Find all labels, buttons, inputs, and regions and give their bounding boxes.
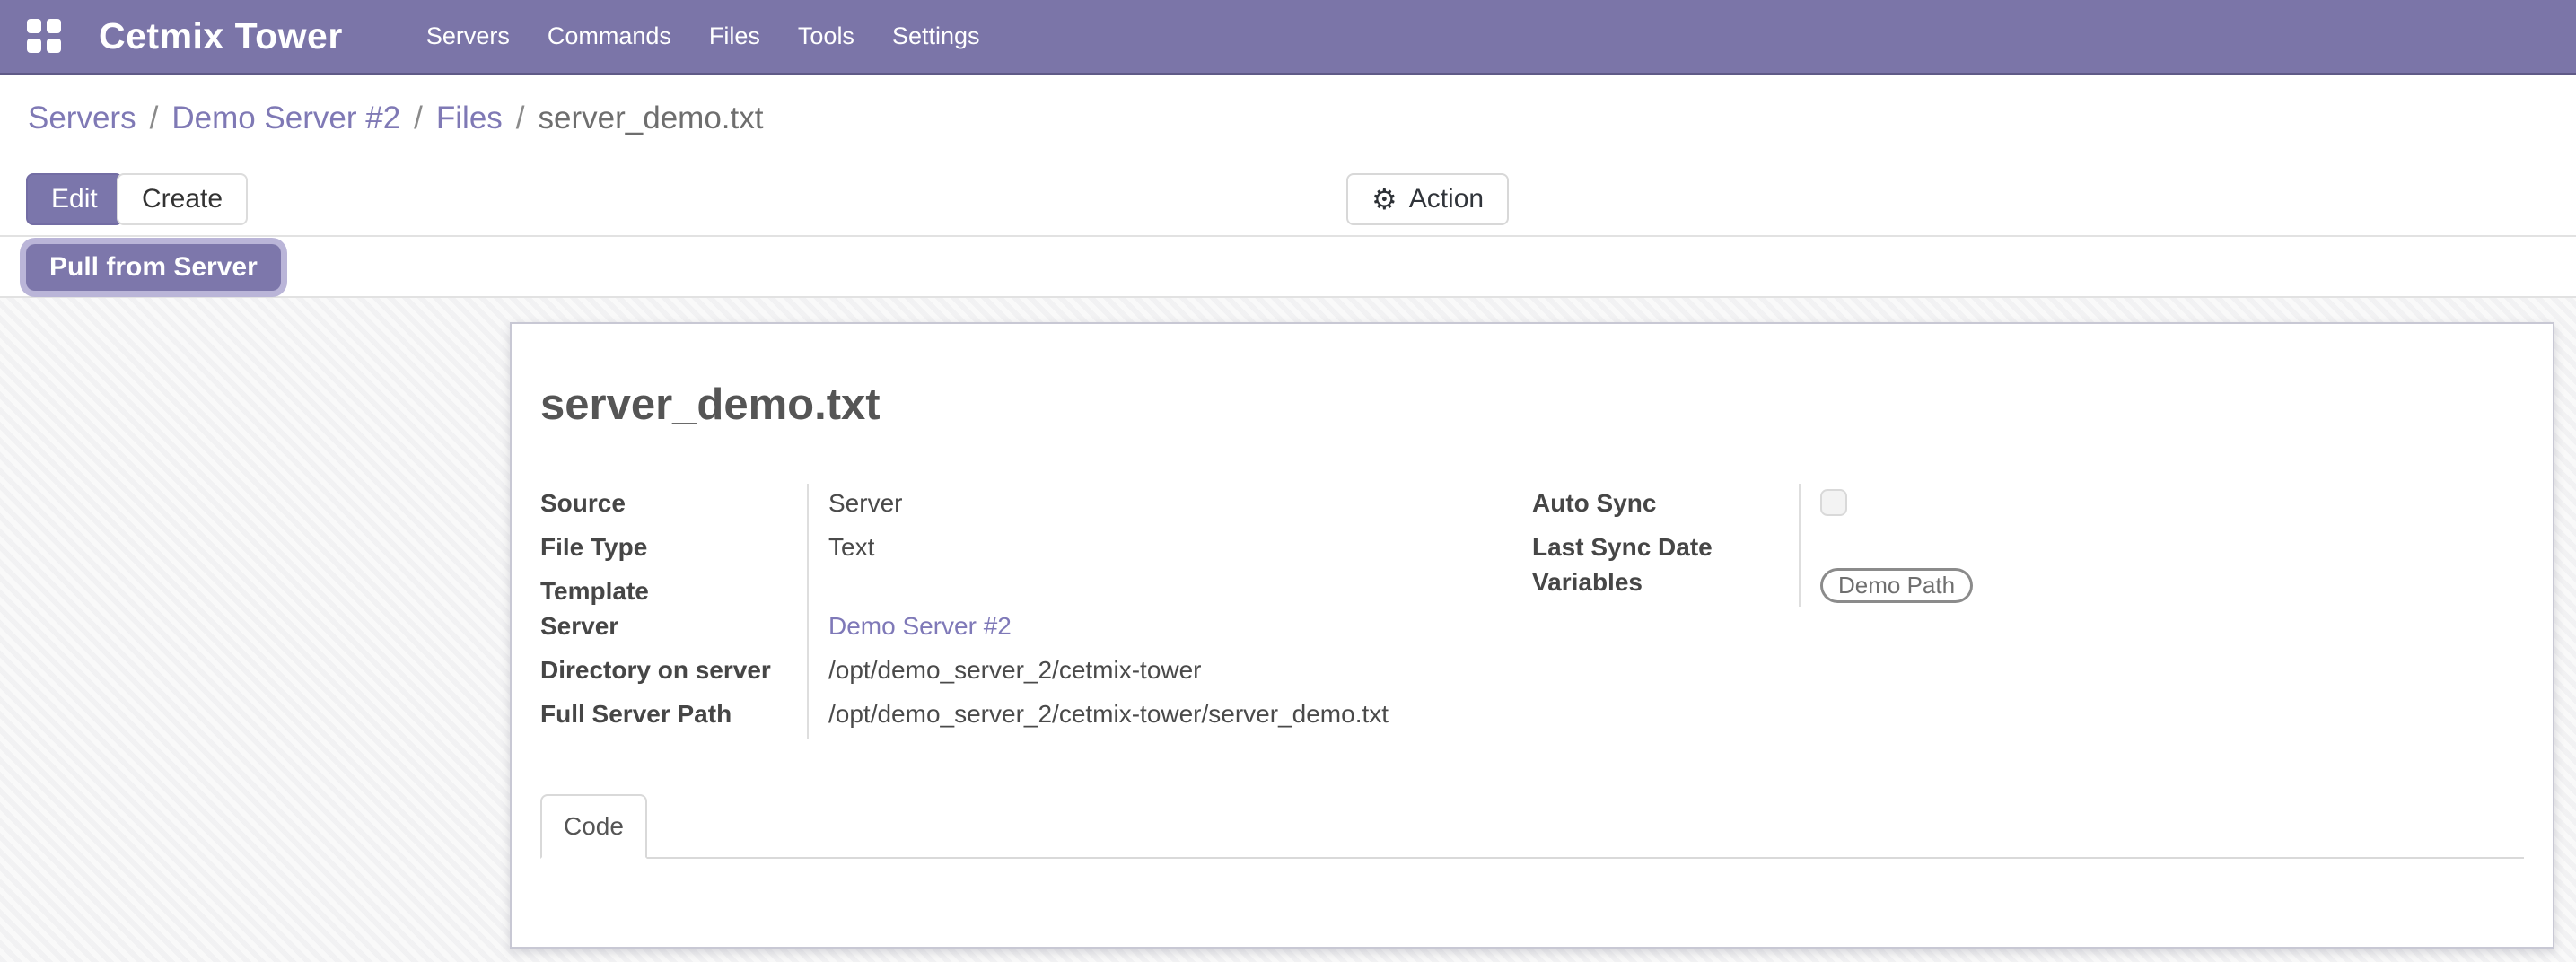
main-menu: Servers Commands Files Tools Settings bbox=[407, 0, 999, 73]
top-navbar: Cetmix Tower Servers Commands Files Tool… bbox=[0, 0, 2576, 75]
tab-bar: Code bbox=[540, 794, 2524, 859]
field-row-auto-sync: Auto Sync bbox=[1532, 484, 2524, 528]
auto-sync-checkbox[interactable] bbox=[1820, 489, 1847, 516]
field-group-left: Source Server File Type Text Template Se… bbox=[540, 484, 1532, 739]
gear-icon: ⚙ bbox=[1371, 185, 1398, 214]
apps-menu-icon[interactable] bbox=[27, 19, 63, 55]
page-title: server_demo.txt bbox=[540, 380, 2524, 430]
breadcrumb-demo-server[interactable]: Demo Server #2 bbox=[171, 101, 400, 136]
breadcrumb: Servers / Demo Server #2 / Files / serve… bbox=[0, 75, 2576, 162]
action-button-label: Action bbox=[1409, 184, 1484, 214]
field-label: Source bbox=[540, 484, 809, 528]
breadcrumb-separator: / bbox=[414, 101, 423, 136]
field-value: /opt/demo_server_2/cetmix-tower/server_d… bbox=[809, 695, 1389, 739]
server-link[interactable]: Demo Server #2 bbox=[828, 612, 1012, 640]
breadcrumb-separator: / bbox=[516, 101, 525, 136]
menu-item-files[interactable]: Files bbox=[690, 0, 779, 73]
field-value bbox=[1801, 528, 1820, 563]
field-row-variables: Variables Demo Path bbox=[1532, 563, 2524, 607]
field-row-server: Server Demo Server #2 bbox=[540, 607, 1532, 651]
form-view-background: server_demo.txt Source Server File Type … bbox=[0, 298, 2576, 962]
create-button[interactable]: Create bbox=[117, 173, 248, 225]
breadcrumb-separator: / bbox=[150, 101, 159, 136]
menu-item-settings[interactable]: Settings bbox=[873, 0, 999, 73]
tab-content-code bbox=[540, 859, 2524, 947]
field-row-full-path: Full Server Path /opt/demo_server_2/cetm… bbox=[540, 695, 1532, 739]
field-label: Directory on server bbox=[540, 651, 809, 695]
field-label: Template bbox=[540, 572, 809, 607]
notebook: Code bbox=[540, 794, 2524, 947]
control-panel: Edit Create ⚙ Action bbox=[0, 162, 2576, 237]
breadcrumb-servers[interactable]: Servers bbox=[28, 101, 136, 136]
apps-grid-square bbox=[27, 39, 41, 53]
field-value bbox=[809, 572, 828, 607]
form-statusbar: Pull from Server bbox=[0, 237, 2576, 298]
field-group-right: Auto Sync Last Sync Date Variables Demo … bbox=[1532, 484, 2524, 739]
field-row-source: Source Server bbox=[540, 484, 1532, 528]
edit-button[interactable]: Edit bbox=[26, 173, 123, 225]
field-value: Text bbox=[809, 528, 874, 572]
field-row-directory: Directory on server /opt/demo_server_2/c… bbox=[540, 651, 1532, 695]
action-button[interactable]: ⚙ Action bbox=[1346, 173, 1509, 225]
tab-code[interactable]: Code bbox=[540, 794, 647, 859]
apps-grid-square bbox=[27, 19, 41, 33]
field-label: Auto Sync bbox=[1532, 484, 1801, 528]
field-label: Last Sync Date bbox=[1532, 528, 1801, 563]
form-sheet: server_demo.txt Source Server File Type … bbox=[510, 322, 2554, 949]
variable-tag: Demo Path bbox=[1820, 568, 1973, 603]
apps-grid-square bbox=[47, 19, 61, 33]
field-row-file-type: File Type Text bbox=[540, 528, 1532, 572]
field-label: File Type bbox=[540, 528, 809, 572]
menu-item-servers[interactable]: Servers bbox=[407, 0, 529, 73]
field-row-template: Template bbox=[540, 572, 1532, 607]
field-row-last-sync-date: Last Sync Date bbox=[1532, 528, 2524, 563]
pull-from-server-button[interactable]: Pull from Server bbox=[26, 244, 281, 291]
field-label: Server bbox=[540, 607, 809, 651]
field-label: Full Server Path bbox=[540, 695, 809, 739]
field-groups: Source Server File Type Text Template Se… bbox=[540, 484, 2524, 739]
apps-grid-square bbox=[47, 39, 61, 53]
field-value: Server bbox=[809, 484, 902, 528]
breadcrumb-files[interactable]: Files bbox=[436, 101, 503, 136]
app-brand[interactable]: Cetmix Tower bbox=[99, 15, 343, 57]
field-label: Variables bbox=[1532, 563, 1801, 607]
menu-item-tools[interactable]: Tools bbox=[779, 0, 873, 73]
menu-item-commands[interactable]: Commands bbox=[529, 0, 690, 73]
field-value: /opt/demo_server_2/cetmix-tower bbox=[809, 651, 1202, 695]
breadcrumb-current-file: server_demo.txt bbox=[539, 101, 764, 136]
